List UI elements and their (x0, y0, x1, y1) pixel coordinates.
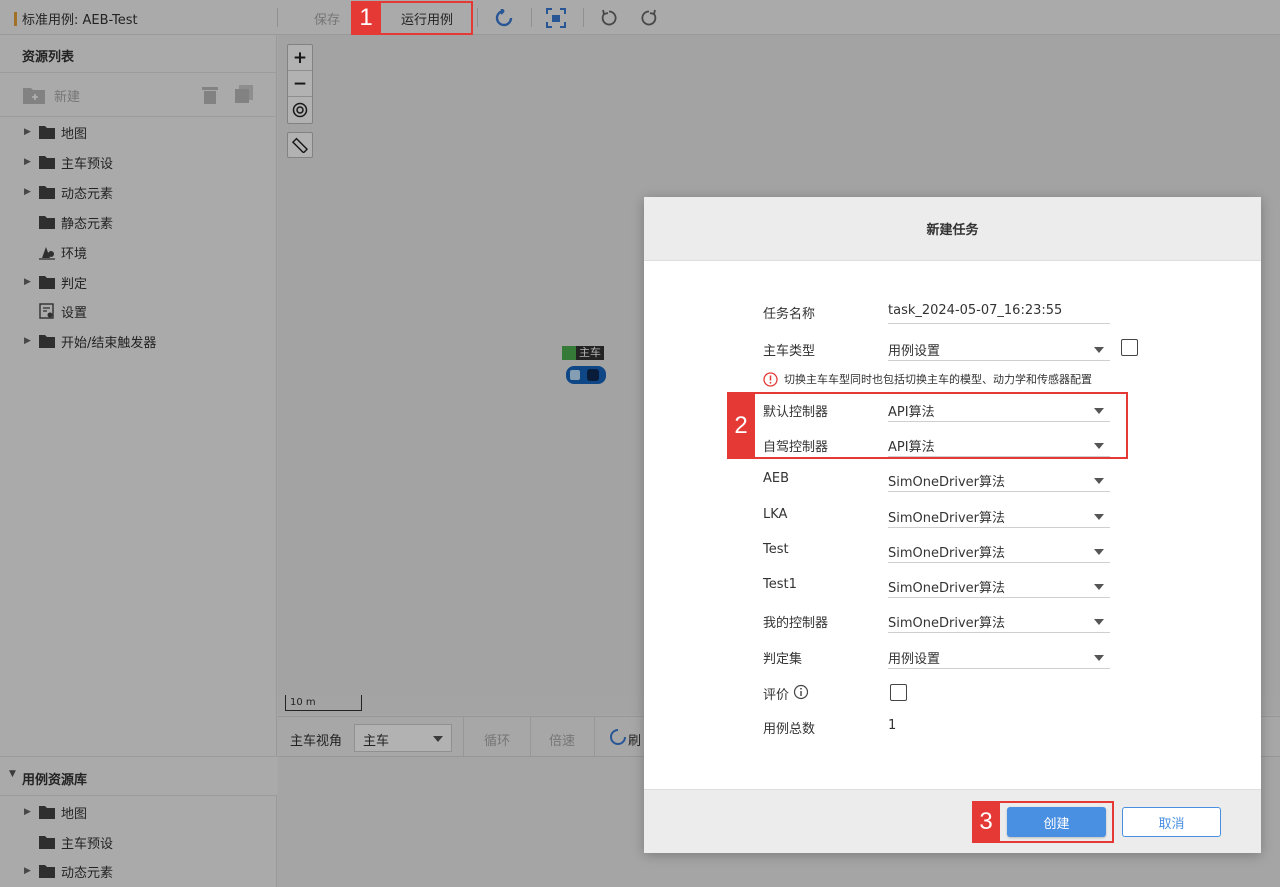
info-icon[interactable] (793, 684, 809, 700)
annotation-box-2 (727, 392, 1128, 459)
controller-row: AEB SimOneDriver算法 (763, 468, 1143, 492)
hint-row: 切换主车车型同时也包括切换主车的模型、动力学和传感器配置 (763, 371, 1092, 387)
vehicle-type-label: 主车类型 (763, 344, 816, 359)
judge-row: 判定集 用例设置 (763, 645, 1143, 669)
controller-select[interactable]: SimOneDriver算法 (888, 507, 1110, 528)
vehicle-type-checkbox[interactable] (1121, 339, 1138, 356)
controller-select[interactable]: SimOneDriver算法 (888, 542, 1110, 563)
dialog-title: 新建任务 (644, 197, 1261, 261)
controller-select[interactable]: SimOneDriver算法 (888, 577, 1110, 598)
vehicle-type-select[interactable]: 用例设置 (888, 340, 1110, 361)
total-label: 用例总数 (763, 722, 816, 737)
task-name-input[interactable]: task_2024-05-07_16:23:55 (888, 303, 1110, 324)
controller-label: 我的控制器 (763, 616, 829, 631)
controller-row: LKA SimOneDriver算法 (763, 504, 1143, 528)
total-row: 用例总数 1 (763, 715, 1143, 739)
task-name-label: 任务名称 (763, 307, 816, 322)
annotation-number-3: 3 (972, 801, 1000, 843)
controller-row: 我的控制器 SimOneDriver算法 (763, 609, 1143, 633)
judge-label: 判定集 (763, 652, 803, 667)
eval-checkbox[interactable] (890, 684, 907, 701)
controller-label: AEB (763, 471, 790, 486)
annotation-number-1: 1 (351, 1, 381, 35)
annotation-number-2: 2 (727, 392, 755, 459)
hint-text: 切换主车车型同时也包括切换主车的模型、动力学和传感器配置 (784, 373, 1092, 386)
cancel-button[interactable]: 取消 (1122, 807, 1221, 837)
total-value: 1 (888, 718, 897, 733)
controller-select[interactable]: SimOneDriver算法 (888, 612, 1110, 633)
controller-label: Test1 (763, 577, 797, 592)
eval-label: 评价 (763, 688, 790, 703)
controller-select[interactable]: SimOneDriver算法 (888, 471, 1110, 492)
new-task-dialog: 新建任务 任务名称 task_2024-05-07_16:23:55 主车类型 … (644, 197, 1261, 853)
controller-label: Test (763, 542, 789, 557)
vehicle-type-row: 主车类型 用例设置 (763, 337, 1143, 361)
eval-row: 评价 (763, 681, 1143, 705)
task-name-row: 任务名称 task_2024-05-07_16:23:55 (763, 300, 1143, 324)
warning-icon (763, 371, 778, 387)
judge-select[interactable]: 用例设置 (888, 648, 1110, 669)
controller-row: Test SimOneDriver算法 (763, 539, 1143, 563)
controller-row: Test1 SimOneDriver算法 (763, 574, 1143, 598)
controller-label: LKA (763, 507, 788, 522)
